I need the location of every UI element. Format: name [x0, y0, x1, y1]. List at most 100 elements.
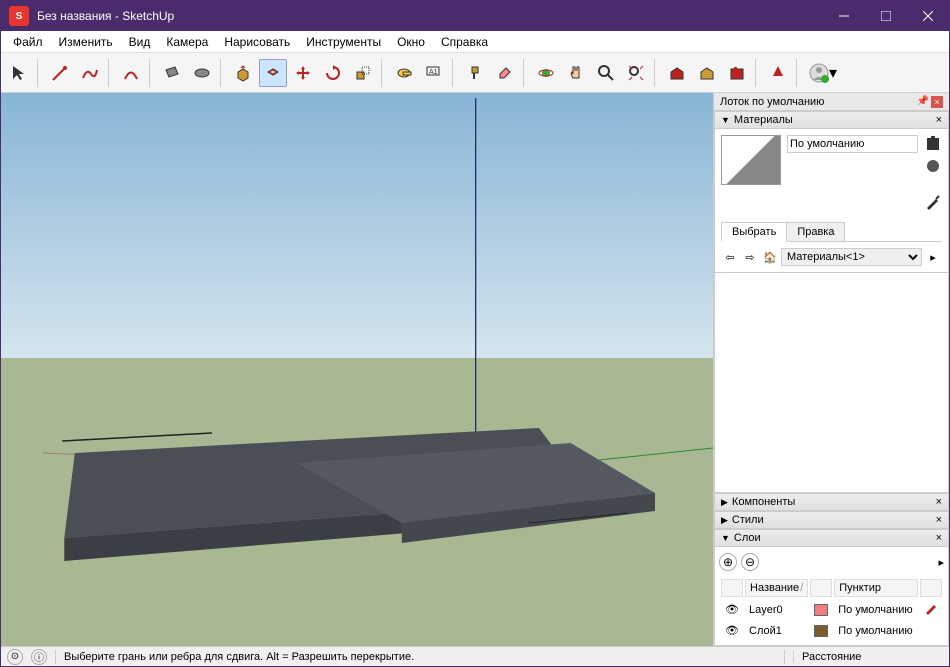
components-label: Компоненты [732, 496, 795, 508]
layer-name[interactable]: Layer0 [745, 599, 808, 620]
separator [37, 59, 42, 87]
menu-view[interactable]: Вид [121, 33, 159, 51]
separator [654, 59, 659, 87]
addlocation-tool[interactable] [764, 59, 792, 87]
layer-name[interactable]: Слой1 [745, 622, 808, 639]
separator [381, 59, 386, 87]
pushpull-tool[interactable] [229, 59, 257, 87]
panel-close-icon[interactable]: × [936, 114, 942, 126]
layer-dashes[interactable]: По умолчанию [834, 622, 918, 639]
separator [523, 59, 528, 87]
close-button[interactable] [907, 1, 949, 31]
layers-table: Название / Пунктир 👁 Layer0 По умолчанию… [719, 577, 944, 641]
warehouse-models-tool[interactable] [693, 59, 721, 87]
tray-close-button[interactable]: × [931, 96, 943, 108]
tape-tool[interactable] [390, 59, 418, 87]
styles-panel-header[interactable]: ▶Стили × [714, 511, 949, 529]
rotate-tool[interactable] [319, 59, 347, 87]
measurement-label: Расстояние [793, 651, 943, 663]
tab-select[interactable]: Выбрать [721, 222, 787, 242]
menu-camera[interactable]: Камера [158, 33, 216, 51]
create-material-icon[interactable] [924, 135, 942, 153]
layer-color-swatch[interactable] [814, 604, 828, 616]
nav-menu-icon[interactable]: ▸ [924, 248, 942, 266]
eraser-tool[interactable] [491, 59, 519, 87]
expand-arrow-icon: ▶ [721, 515, 728, 525]
user-button[interactable]: ▾ [805, 59, 841, 87]
materials-label: Материалы [734, 114, 793, 126]
materials-nav: ⇦ ⇨ 🏠 Материалы<1> ▸ [721, 248, 942, 266]
zoom-extents-tool[interactable] [622, 59, 650, 87]
col-name[interactable]: Название / [745, 579, 808, 597]
layer-color-swatch[interactable] [814, 625, 828, 637]
maximize-button[interactable] [865, 1, 907, 31]
zoom-tool[interactable] [592, 59, 620, 87]
layer-visible-icon[interactable]: 👁 [725, 624, 739, 637]
content: Лоток по умолчанию 📌 × ▼Материалы × [1, 93, 949, 646]
menu-draw[interactable]: Нарисовать [216, 33, 298, 51]
svg-text:A1: A1 [429, 69, 438, 76]
extensions-tool[interactable] [723, 59, 751, 87]
rectangle-tool[interactable] [158, 59, 186, 87]
nav-forward-icon[interactable]: ⇨ [741, 248, 759, 266]
move-tool[interactable] [289, 59, 317, 87]
scale-tool[interactable] [349, 59, 377, 87]
tab-edit[interactable]: Правка [786, 222, 845, 241]
panel-close-icon[interactable]: × [936, 514, 942, 526]
menu-window[interactable]: Окно [389, 33, 433, 51]
circle-tool[interactable] [188, 59, 216, 87]
status-message: Выберите грань или ребра для сдвига. Alt… [64, 651, 776, 663]
layers-panel-header[interactable]: ▼Слои × [714, 529, 949, 547]
remove-layer-button[interactable]: ⊖ [741, 553, 759, 571]
statusbar: ⊙ ⓘ Выберите грань или ребра для сдвига.… [1, 646, 949, 666]
geolocation-icon[interactable]: ⊙ [7, 649, 23, 665]
panel-close-icon[interactable]: × [936, 532, 942, 544]
minimize-button[interactable] [823, 1, 865, 31]
layer-dashes[interactable]: По умолчанию [834, 599, 918, 620]
components-panel-header[interactable]: ▶Компоненты × [714, 493, 949, 511]
menubar: Файл Изменить Вид Камера Нарисовать Инст… [1, 31, 949, 53]
paint-tool[interactable] [461, 59, 489, 87]
offset-tool[interactable] [259, 59, 287, 87]
pin-icon[interactable]: 📌 [917, 96, 929, 107]
materials-tabs: Выбрать Правка [721, 222, 942, 242]
orbit-tool[interactable] [532, 59, 560, 87]
add-layer-button[interactable]: ⊕ [719, 553, 737, 571]
freehand-tool[interactable] [76, 59, 104, 87]
default-material-icon[interactable] [924, 157, 942, 175]
menu-edit[interactable]: Изменить [51, 33, 121, 51]
warehouse-tool[interactable] [663, 59, 691, 87]
separator [149, 59, 154, 87]
nav-home-icon[interactable]: 🏠 [761, 248, 779, 266]
separator [452, 59, 457, 87]
side-panel: Лоток по умолчанию 📌 × ▼Материалы × [714, 93, 949, 646]
layer-row[interactable]: 👁 Слой1 По умолчанию [721, 622, 942, 639]
layer-visible-icon[interactable]: 👁 [725, 603, 739, 616]
separator [108, 59, 113, 87]
col-dashes[interactable]: Пунктир [834, 579, 918, 597]
titlebar: S Без названия - SketchUp [1, 1, 949, 31]
arc-tool[interactable] [117, 59, 145, 87]
text-tool[interactable]: A1 [420, 59, 448, 87]
select-tool[interactable] [5, 59, 33, 87]
materials-grid[interactable] [714, 273, 949, 493]
materials-panel-header[interactable]: ▼Материалы × [714, 111, 949, 129]
menu-tools[interactable]: Инструменты [298, 33, 389, 51]
panel-close-icon[interactable]: × [936, 496, 942, 508]
credits-icon[interactable]: ⓘ [31, 649, 47, 665]
viewport[interactable] [1, 93, 714, 646]
layers-panel-body: ⊕ ⊖ ▸ Название / Пунктир 👁 Layer0 По ум [714, 547, 949, 646]
window-title: Без названия - SketchUp [37, 9, 823, 23]
toolbar: A1 ▾ [1, 53, 949, 93]
material-name-input[interactable] [787, 135, 918, 153]
pan-tool[interactable] [562, 59, 590, 87]
material-preview-swatch[interactable] [721, 135, 781, 185]
materials-collection-select[interactable]: Материалы<1> [781, 248, 922, 266]
sample-paint-icon[interactable] [924, 193, 942, 214]
line-tool[interactable] [46, 59, 74, 87]
layers-menu-icon[interactable]: ▸ [938, 556, 944, 569]
menu-file[interactable]: Файл [5, 33, 51, 51]
nav-back-icon[interactable]: ⇦ [721, 248, 739, 266]
menu-help[interactable]: Справка [433, 33, 496, 51]
layer-row[interactable]: 👁 Layer0 По умолчанию [721, 599, 942, 620]
